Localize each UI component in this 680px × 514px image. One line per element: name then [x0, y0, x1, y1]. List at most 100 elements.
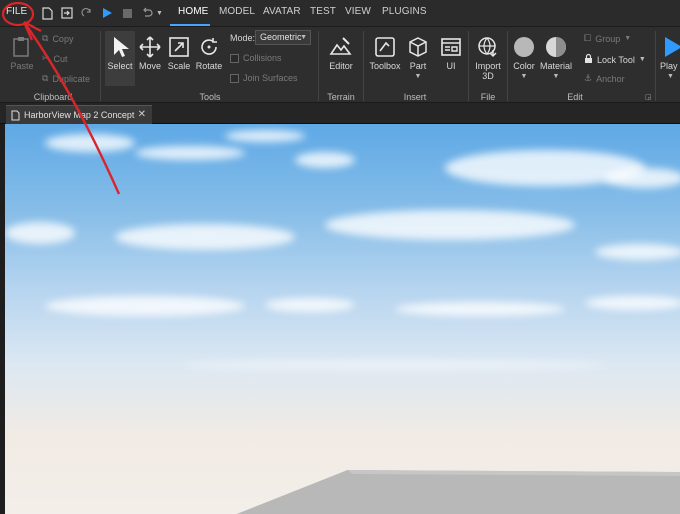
rotate-tool-button[interactable]: Rotate [194, 36, 224, 71]
scale-label: Scale [167, 61, 191, 71]
import-3d-label-line2: 3D [482, 71, 494, 81]
anchor-button[interactable]: ⚓ Anchor [584, 73, 625, 84]
select-tool-button[interactable]: Select [106, 36, 134, 71]
copy-icon: ⧉ [42, 33, 49, 43]
join-surfaces-label: Join Surfaces [243, 73, 298, 83]
copy-label: Copy [52, 33, 74, 44]
join-surfaces-checkbox[interactable] [230, 73, 239, 83]
material-button[interactable]: Material ▼ [538, 36, 574, 80]
mode-select[interactable]: Geometric ▼ [255, 30, 311, 45]
paste-icon [13, 37, 29, 57]
separator [468, 31, 469, 101]
play-button[interactable]: Play ▼ [660, 36, 680, 80]
tab-model[interactable]: MODEL [219, 6, 255, 17]
part-button[interactable]: Part ▼ [404, 36, 432, 80]
stop-icon[interactable] [119, 5, 135, 21]
mode-label: Mode: [230, 33, 256, 43]
insert-group-label: Insert [403, 92, 427, 102]
rotate-label: Rotate [195, 61, 223, 71]
globe-import-icon [478, 37, 497, 58]
mode-value: Geometric [260, 32, 302, 42]
chevron-down-icon: ▼ [300, 34, 307, 41]
material-sphere-icon [546, 37, 566, 57]
open-file-icon[interactable] [59, 5, 75, 21]
import-3d-label-line1: Import [475, 61, 501, 71]
scale-tool-button[interactable]: Scale [165, 36, 193, 71]
separator [318, 31, 319, 101]
duplicate-label: Duplicate [52, 73, 90, 84]
move-label: Move [138, 61, 161, 71]
tab-avatar[interactable]: AVATAR [263, 6, 301, 17]
file-group-label: File [480, 92, 496, 102]
close-icon[interactable]: ✕ [138, 109, 146, 120]
duplicate-icon: ⧉ [42, 73, 49, 83]
toolbox-button[interactable]: Toolbox [368, 36, 402, 71]
redo-publish-icon[interactable] [79, 5, 95, 21]
play-label: Play [660, 61, 678, 71]
tab-home[interactable]: HOME [178, 6, 208, 17]
cursor-arrow-icon [114, 37, 129, 57]
import-3d-button[interactable]: Import 3D [472, 36, 504, 81]
file-menu[interactable]: FILE [6, 6, 27, 17]
material-dropdown-icon[interactable]: ▼ [538, 73, 574, 80]
terrain-group-label: Terrain [327, 92, 355, 102]
color-button[interactable]: Color ▼ [510, 36, 538, 80]
tab-view[interactable]: VIEW [345, 6, 371, 17]
cut-icon: ✂ [42, 53, 50, 63]
part-dropdown-icon[interactable]: ▼ [404, 73, 432, 80]
lock-dropdown-icon[interactable]: ▼ [639, 56, 646, 63]
toolbox-label: Toolbox [369, 61, 401, 71]
undo-icon[interactable] [139, 5, 155, 21]
terrain-editor-icon [329, 37, 352, 55]
part-cube-icon [409, 37, 427, 57]
group-button[interactable]: ⧠ Group ▼ [584, 33, 631, 44]
separator [507, 31, 508, 101]
anchor-label: Anchor [596, 73, 625, 84]
tab-plugins[interactable]: PLUGINS [382, 6, 427, 17]
3d-viewport[interactable] [0, 124, 680, 514]
ui-label: UI [446, 61, 456, 71]
toolbox-icon [375, 37, 395, 57]
baseplate[interactable] [5, 124, 680, 514]
color-dropdown-icon[interactable]: ▼ [510, 73, 538, 80]
play-icon [665, 37, 680, 57]
menu-bar: FILE ▼ HOME MODEL AVATAR TEST VIEW PLUGI… [0, 0, 680, 27]
copy-button[interactable]: ⧉ Copy [42, 33, 73, 44]
ribbon-expand-icon[interactable]: ◲ [645, 93, 652, 101]
group-icon: ⧠ [584, 33, 592, 43]
collisions-checkbox[interactable] [230, 53, 239, 63]
play-dropdown-icon[interactable]: ▼ [667, 73, 680, 80]
separator [363, 31, 364, 101]
lock-tool-button[interactable]: Lock Tool ▼ [584, 53, 646, 66]
terrain-editor-button[interactable]: Editor [324, 36, 358, 71]
lock-icon [584, 53, 593, 66]
color-swatch-icon [514, 37, 534, 57]
paste-button[interactable]: Paste [8, 36, 36, 71]
color-label: Color [513, 61, 535, 71]
paste-label: Paste [10, 61, 34, 71]
ui-frame-icon [441, 38, 461, 56]
rotate-icon [201, 38, 217, 55]
play-quick-icon[interactable] [99, 5, 115, 21]
separator [100, 31, 101, 101]
document-tab[interactable]: HarborView Map 2 Concept ✕ [6, 105, 152, 124]
anchor-icon: ⚓ [584, 73, 593, 83]
tab-test[interactable]: TEST [310, 6, 336, 17]
place-file-icon [11, 110, 20, 120]
group-dropdown-icon[interactable]: ▼ [624, 35, 631, 42]
ui-button[interactable]: UI [438, 36, 464, 71]
duplicate-button[interactable]: ⧉ Duplicate [42, 73, 90, 84]
document-tab-title: HarborView Map 2 Concept [24, 110, 135, 120]
join-surfaces-toggle[interactable]: Join Surfaces [230, 73, 298, 83]
lock-tool-label: Lock Tool [597, 54, 635, 65]
undo-dropdown-icon[interactable]: ▼ [156, 10, 163, 17]
new-file-icon[interactable] [39, 5, 55, 21]
collisions-toggle[interactable]: Collisions [230, 53, 282, 63]
move-tool-button[interactable]: Move [136, 36, 164, 71]
terrain-editor-label: Editor [329, 61, 353, 71]
edit-group-label: Edit [567, 92, 583, 102]
cut-button[interactable]: ✂ Cut [42, 53, 68, 64]
clipboard-group-label: Clipboard [33, 92, 73, 102]
move-arrows-icon [139, 36, 161, 58]
separator [655, 31, 656, 101]
